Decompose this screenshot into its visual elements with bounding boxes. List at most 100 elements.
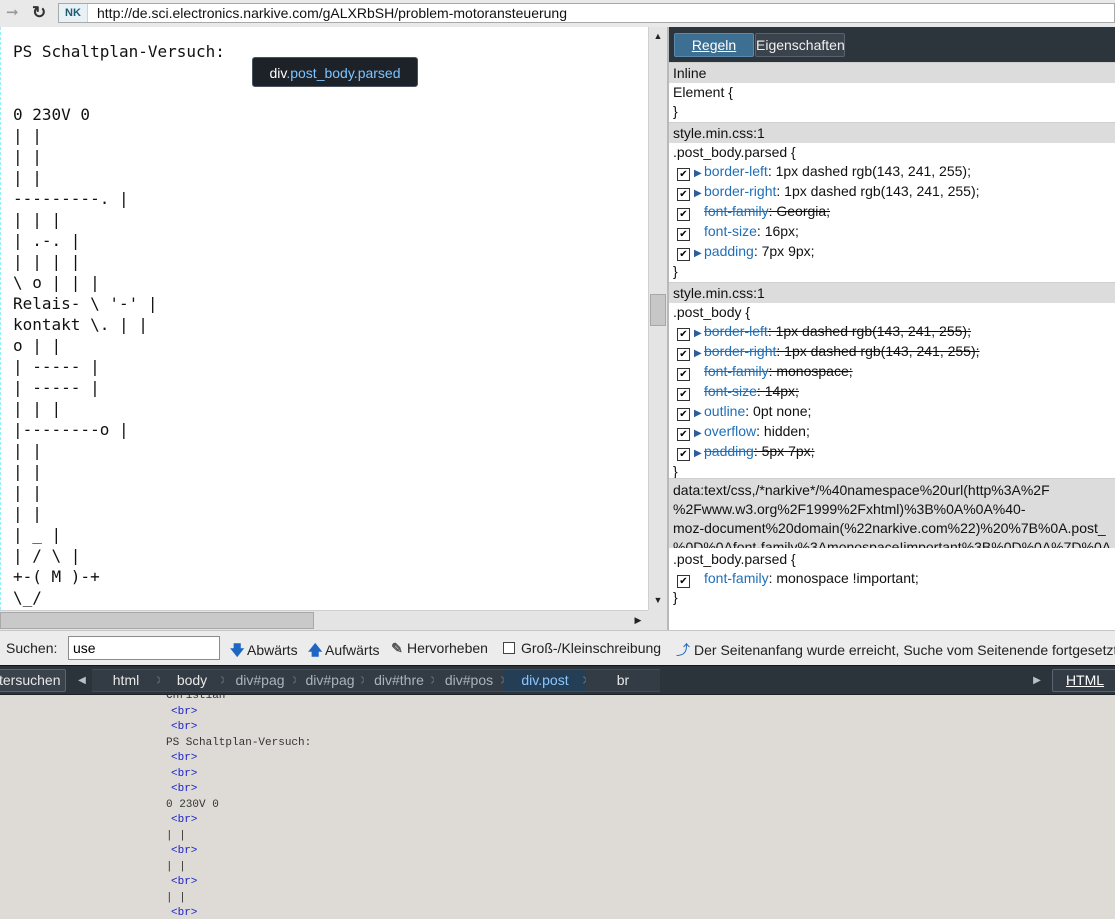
rule-source-header[interactable]: style.min.css:1	[669, 282, 1115, 303]
declaration-checkbox[interactable]: ✔	[677, 248, 690, 261]
tab-properties[interactable]: Eigenschaften	[755, 33, 845, 57]
arrow-down-icon: 🡇	[230, 642, 245, 658]
declaration-checkbox[interactable]: ✔	[677, 208, 690, 221]
source-tag[interactable]: <br>	[166, 721, 197, 733]
breadcrumb-item[interactable]: br	[586, 669, 660, 692]
find-previous-button[interactable]: 🡅 Aufwärts	[308, 640, 379, 664]
property-value[interactable]: : monospace !important;	[769, 570, 919, 586]
breadcrumb-scroll-left-icon[interactable]: ◀	[74, 669, 90, 692]
reload-icon[interactable]: ↻	[32, 4, 48, 21]
property-value[interactable]: : 1px dashed rgb(143, 241, 255);	[768, 323, 971, 339]
highlight-button[interactable]: ✎ Hervorheben	[390, 640, 488, 657]
expand-twisty-icon[interactable]: ▶	[694, 164, 704, 183]
property-value[interactable]: : hidden;	[756, 423, 810, 439]
source-tag[interactable]: <br>	[166, 845, 197, 857]
post-body: PS Schaltplan-Versuch: 0 230V 0 | | | | …	[13, 42, 225, 607]
property-name[interactable]: padding	[704, 443, 754, 459]
back-arrow-icon[interactable]: ➞	[6, 5, 22, 21]
url-text[interactable]: http://de.sci.electronics.narkive.com/gA…	[97, 5, 567, 21]
property-name[interactable]: border-left	[704, 163, 768, 179]
breadcrumb-item[interactable]: body	[160, 669, 224, 692]
source-tag[interactable]: <br>	[166, 876, 197, 888]
find-next-button[interactable]: 🡇 Abwärts	[230, 640, 298, 664]
breadcrumb-item[interactable]: div#pag	[224, 669, 296, 692]
declaration-checkbox[interactable]: ✔	[677, 188, 690, 201]
scroll-right-arrow-icon[interactable]: ▶	[628, 611, 648, 630]
declaration-checkbox[interactable]: ✔	[677, 348, 690, 361]
source-text[interactable]: | |	[166, 830, 186, 842]
breadcrumb-scroll-right-icon[interactable]: ▶	[1030, 669, 1044, 692]
url-field[interactable]: NK http://de.sci.electronics.narkive.com…	[58, 3, 1115, 23]
expand-twisty-icon[interactable]: ▶	[694, 344, 704, 363]
rule-source-header[interactable]: data:text/css,/*narkive*/%40namespace%20…	[669, 478, 1115, 548]
source-text[interactable]: PS Schaltplan-Versuch:	[166, 737, 311, 749]
source-tag[interactable]: <br>	[166, 907, 197, 919]
breadcrumb-item[interactable]: div#pos	[434, 669, 504, 692]
property-value[interactable]: : 7px 9px;	[754, 243, 815, 259]
property-value[interactable]: : 1px dashed rgb(143, 241, 255);	[768, 163, 971, 179]
scroll-up-arrow-icon[interactable]: ▲	[649, 27, 667, 45]
tab-rules[interactable]: Regeln	[674, 33, 754, 57]
inspect-button[interactable]: tersuchen	[0, 669, 66, 692]
property-name[interactable]: outline	[704, 403, 745, 419]
property-value[interactable]: : Georgia;	[769, 203, 830, 219]
property-value[interactable]: : 5px 7px;	[754, 443, 815, 459]
property-name[interactable]: font-family	[704, 363, 769, 379]
expand-twisty-icon[interactable]: ▶	[694, 184, 704, 203]
declaration-checkbox[interactable]: ✔	[677, 575, 690, 588]
breadcrumb-item[interactable]: div#pag	[296, 669, 364, 692]
property-name[interactable]: font-size	[704, 383, 757, 399]
property-value[interactable]: : 0pt none;	[745, 403, 811, 419]
source-text[interactable]: 0 230V 0	[166, 799, 219, 811]
property-name[interactable]: font-family	[704, 570, 769, 586]
property-name[interactable]: border-right	[704, 343, 776, 359]
site-identity-badge[interactable]: NK	[59, 4, 88, 22]
css-declaration: ✔ font-size: 16px;	[677, 222, 799, 241]
vertical-scroll-thumb[interactable]	[650, 294, 666, 326]
declaration-checkbox[interactable]: ✔	[677, 388, 690, 401]
breadcrumb-item[interactable]: html	[92, 669, 160, 692]
source-tag[interactable]: <br>	[166, 768, 197, 780]
property-name[interactable]: font-family	[704, 203, 769, 219]
declaration-checkbox[interactable]: ✔	[677, 228, 690, 241]
declaration-checkbox[interactable]: ✔	[677, 408, 690, 421]
declaration-checkbox[interactable]: ✔	[677, 368, 690, 381]
property-name[interactable]: border-right	[704, 183, 776, 199]
property-value[interactable]: : monospace;	[769, 363, 853, 379]
property-value[interactable]: : 1px dashed rgb(143, 241, 255);	[776, 343, 979, 359]
property-name[interactable]: border-left	[704, 323, 768, 339]
property-value[interactable]: : 1px dashed rgb(143, 241, 255);	[776, 183, 979, 199]
source-tag[interactable]: <br>	[166, 814, 197, 826]
property-name[interactable]: overflow	[704, 423, 756, 439]
breadcrumb-item[interactable]: div#thre	[364, 669, 434, 692]
declaration-checkbox[interactable]: ✔	[677, 168, 690, 181]
html-panel-button[interactable]: HTML	[1052, 669, 1115, 692]
breadcrumb-item[interactable]: div.post	[504, 669, 586, 692]
expand-twisty-icon[interactable]: ▶	[694, 324, 704, 343]
property-value[interactable]: : 16px;	[757, 223, 799, 239]
property-value[interactable]: : 14px;	[757, 383, 799, 399]
find-input[interactable]	[68, 636, 220, 660]
match-case-checkbox[interactable]: Groß-/Kleinschreibung	[503, 640, 661, 656]
expand-twisty-icon[interactable]: ▶	[694, 244, 704, 263]
rule-source-header[interactable]: Inline	[669, 62, 1115, 83]
source-tag[interactable]: <br>	[166, 783, 197, 795]
source-tag[interactable]: <br>	[166, 752, 197, 764]
source-text[interactable]: | |	[166, 861, 186, 873]
expand-twisty-icon[interactable]: ▶	[694, 424, 704, 443]
property-name[interactable]: font-size	[704, 223, 757, 239]
source-text[interactable]: Christian	[166, 695, 225, 702]
declaration-checkbox[interactable]: ✔	[677, 328, 690, 341]
property-name[interactable]: padding	[704, 243, 754, 259]
horizontal-scrollbar[interactable]: ▶	[0, 610, 648, 630]
source-tag[interactable]: <br>	[166, 706, 197, 718]
declaration-checkbox[interactable]: ✔	[677, 448, 690, 461]
expand-twisty-icon[interactable]: ▶	[694, 444, 704, 463]
vertical-scrollbar[interactable]: ▲ ▼	[648, 27, 667, 610]
expand-twisty-icon[interactable]: ▶	[694, 404, 704, 423]
rule-source-header[interactable]: style.min.css:1	[669, 122, 1115, 143]
horizontal-scroll-thumb[interactable]	[0, 612, 314, 629]
scroll-down-arrow-icon[interactable]: ▼	[649, 591, 667, 609]
source-text[interactable]: | |	[166, 892, 186, 904]
declaration-checkbox[interactable]: ✔	[677, 428, 690, 441]
